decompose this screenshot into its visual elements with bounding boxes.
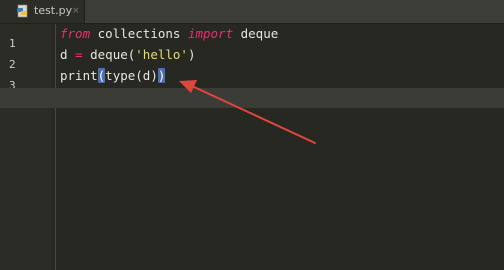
string-literal: 'hello' <box>135 47 188 62</box>
matched-close-bracket: ) <box>157 68 166 83</box>
close-icon[interactable]: × <box>72 4 80 18</box>
code-line-3[interactable]: print(type(d)) <box>60 66 166 86</box>
line-number-gutter: 1 2 3 4 <box>0 24 52 270</box>
variable-name: d <box>60 47 76 62</box>
module-name: collections <box>90 26 188 41</box>
python-file-icon <box>17 4 28 18</box>
tab-test-py[interactable]: test.py × <box>0 0 85 23</box>
imported-name: deque <box>233 26 279 41</box>
code-editor[interactable]: test.py × 1 2 3 4 from collections impor… <box>0 0 504 270</box>
keyword-import: import <box>187 26 234 41</box>
current-line-highlight <box>0 88 504 108</box>
type-call: type(d) <box>105 68 158 83</box>
keyword-from: from <box>60 26 91 41</box>
tab-label: test.py <box>34 4 73 17</box>
tab-bar: test.py × <box>0 0 504 24</box>
deque-call: deque( <box>90 47 136 62</box>
code-line-1[interactable]: from collections import deque <box>60 24 278 44</box>
closing-paren: ) <box>187 47 196 62</box>
line-number: 1 <box>9 37 16 50</box>
print-call: print <box>60 68 98 83</box>
assignment-operator: = <box>75 47 83 62</box>
code-line-2[interactable]: d = deque('hello') <box>60 45 196 65</box>
gutter-divider <box>55 24 56 270</box>
line-number: 2 <box>9 58 16 71</box>
